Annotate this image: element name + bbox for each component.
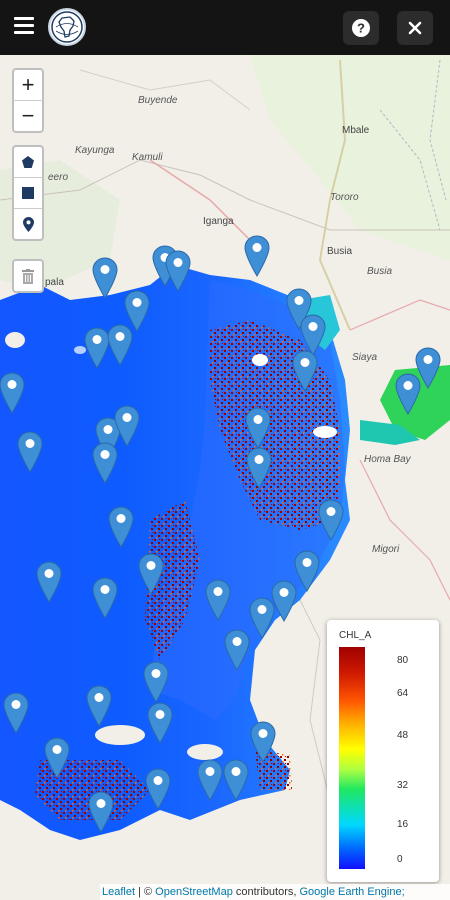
station-marker[interactable] [3,692,29,734]
draw-toolbar [12,145,44,241]
station-marker[interactable] [92,577,118,619]
station-marker[interactable] [147,702,173,744]
station-marker[interactable] [292,350,318,392]
polygon-icon [22,156,34,168]
station-marker[interactable] [246,447,272,489]
station-marker[interactable] [224,629,250,671]
trash-icon [22,268,34,284]
top-bar: ? [0,0,450,55]
rectangle-icon [22,187,34,199]
help-button[interactable]: ? [343,11,379,45]
station-marker[interactable] [143,661,169,703]
station-marker[interactable] [205,579,231,621]
delete-layers-button[interactable] [14,261,42,291]
legend-tick: 64 [397,688,409,699]
draw-rectangle-button[interactable] [14,178,42,209]
station-marker[interactable] [88,791,114,833]
legend-tick: 32 [397,780,409,791]
zoom-in-button[interactable]: + [14,70,42,101]
station-marker[interactable] [0,372,25,414]
station-marker[interactable] [17,431,43,473]
legend-title: CHL_A [339,630,372,641]
station-marker[interactable] [36,561,62,603]
station-marker[interactable] [138,553,164,595]
station-marker[interactable] [108,506,134,548]
question-icon: ? [352,19,370,37]
station-marker[interactable] [294,550,320,592]
leaflet-link[interactable]: Leaflet [102,886,135,898]
edit-toolbar [12,259,44,293]
draw-marker-button[interactable] [14,209,42,239]
zoom-control: + − [12,68,44,133]
station-marker[interactable] [250,721,276,763]
close-button[interactable] [397,11,433,45]
station-marker[interactable] [165,250,191,292]
station-marker[interactable] [92,442,118,484]
legend-tick: 48 [397,730,409,741]
attribution-sep: | © [135,886,156,898]
marker-icon [22,216,34,232]
chl-a-legend: CHL_A 80 64 48 32 16 0 [327,620,439,882]
station-marker[interactable] [92,257,118,299]
legend-tick: 16 [397,819,409,830]
africa-globe-logo[interactable] [48,8,86,46]
draw-polygon-button[interactable] [14,147,42,178]
station-marker[interactable] [197,759,223,801]
legend-colorbar [339,647,365,869]
station-marker[interactable] [249,597,275,639]
station-marker[interactable] [145,768,171,810]
station-marker[interactable] [245,407,271,449]
svg-text:?: ? [357,21,365,36]
station-marker[interactable] [86,685,112,727]
zoom-out-button[interactable]: − [14,101,42,131]
station-marker[interactable] [44,737,70,779]
station-marker[interactable] [271,580,297,622]
station-marker[interactable] [124,290,150,332]
legend-tick: 0 [397,854,403,865]
map-attribution: Leaflet | © OpenStreetMap contributors, … [100,884,450,900]
station-marker[interactable] [84,327,110,369]
station-marker[interactable] [300,314,326,356]
station-marker[interactable] [318,499,344,541]
legend-tick: 80 [397,655,409,666]
close-icon [408,21,422,35]
osm-link[interactable]: OpenStreetMap [155,886,233,898]
station-marker[interactable] [395,373,421,415]
attribution-contrib: contributors, [232,886,300,898]
station-marker[interactable] [107,324,133,366]
gee-link[interactable]: Google Earth Engine; [299,886,404,898]
hamburger-icon[interactable] [14,17,34,35]
station-marker[interactable] [244,235,270,277]
station-marker[interactable] [223,759,249,801]
station-marker[interactable] [114,405,140,447]
